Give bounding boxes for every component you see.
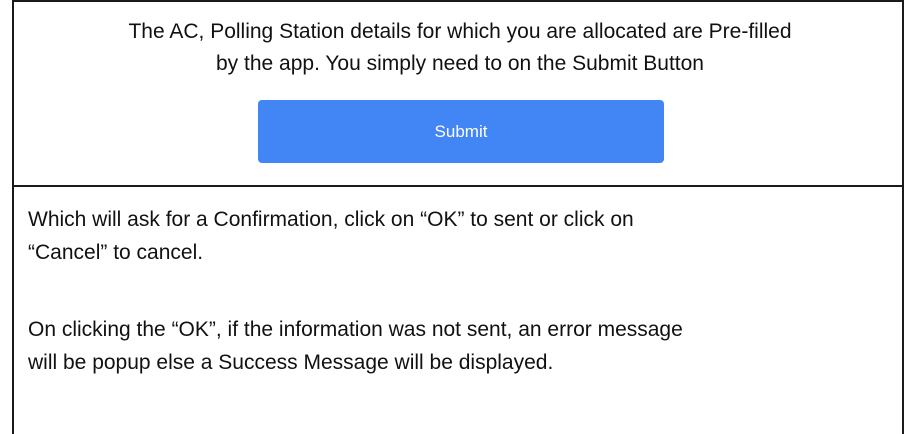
intro-text: The AC, Polling Station details for whic… bbox=[14, 16, 906, 80]
result-line-1: On clicking the “OK”, if the information… bbox=[28, 318, 683, 341]
confirmation-paragraph: Which will ask for a Confirmation, click… bbox=[28, 203, 888, 269]
confirmation-line-2: “Cancel” to cancel. bbox=[28, 241, 204, 264]
section-divider bbox=[12, 185, 904, 187]
intro-line-2: by the app. You simply need to on the Su… bbox=[215, 52, 704, 75]
result-paragraph: On clicking the “OK”, if the information… bbox=[28, 313, 888, 379]
submit-button[interactable]: Submit bbox=[258, 100, 664, 163]
result-line-2: will be popup else a Success Message wil… bbox=[28, 351, 554, 374]
intro-line-1: The AC, Polling Station details for whic… bbox=[128, 20, 792, 43]
confirmation-line-1: Which will ask for a Confirmation, click… bbox=[28, 208, 634, 231]
submit-button-container: Submit bbox=[258, 100, 664, 163]
